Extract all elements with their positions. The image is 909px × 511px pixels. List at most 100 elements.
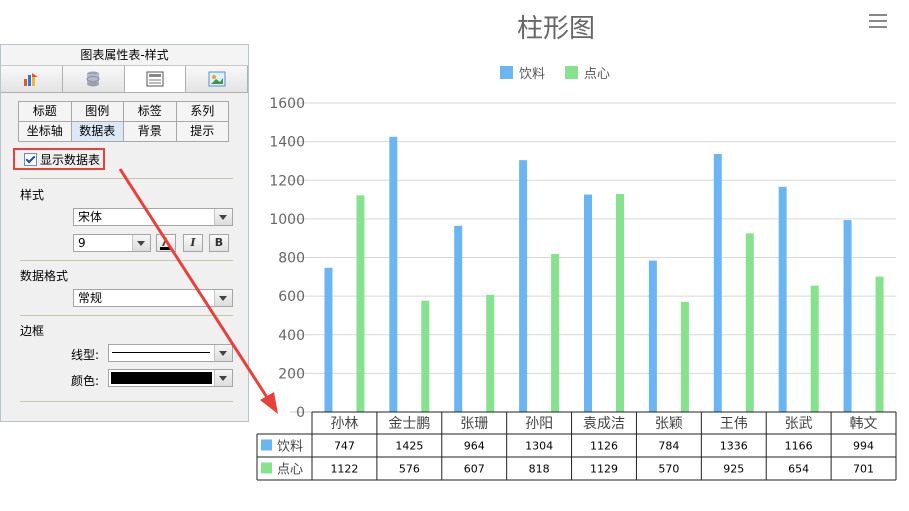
tab-tooltip[interactable]: 提示 [175,121,229,142]
font-size-select[interactable]: 9 [73,234,151,252]
color-label: 颜色: [71,374,100,388]
bar-series-1 [778,186,787,412]
tab-legend[interactable]: 图例 [70,101,124,122]
bar-series-1 [648,260,657,412]
bar-series-1 [389,136,398,412]
style-heading: 样式 [20,188,45,202]
bar-series-2 [616,193,624,412]
show-data-table-label: 显示数据表 [40,152,101,167]
table-series-swatch [261,439,272,451]
line-type-label: 线型: [71,348,100,362]
data-label: 925 [723,463,744,476]
font-color-button[interactable] [156,234,176,252]
font-name-select[interactable]: 宋体 [73,208,233,226]
chevron-down-icon [214,209,232,225]
tab-background[interactable]: 背景 [123,121,177,142]
data-label: 1126 [590,440,618,453]
bar-series-1 [843,220,852,412]
y-tick-label: 200 [278,366,305,382]
y-tick-label: 800 [278,251,305,267]
divider [20,260,233,261]
tab-series[interactable]: 系列 [175,101,229,122]
y-tick-label: 1000 [269,212,305,228]
border-color-select[interactable] [108,369,233,387]
bar-series-2 [745,233,754,412]
bar-series-2 [810,285,819,412]
bar-series-1 [454,225,463,412]
divider [20,401,233,402]
y-tick-label: 0 [296,405,305,421]
data-label: 1166 [785,440,813,453]
x-tick-label: 王伟 [720,416,748,432]
table-series-name: 点心 [277,463,303,478]
divider [20,178,233,179]
chevron-down-icon [132,235,150,251]
icon-tab-bar [1,66,248,93]
x-tick-label: 韩文 [850,416,878,432]
x-tick-label: 金士鹏 [388,416,430,432]
x-tick-label: 孙阳 [525,416,553,432]
data-label: 570 [658,463,679,476]
show-data-table-option: 显示数据表 [13,148,105,170]
font-color-icon [160,237,172,250]
show-data-table-checkbox[interactable] [24,152,37,166]
data-label: 701 [853,463,874,476]
y-tick-label: 1600 [269,96,305,112]
tab-label[interactable]: 标签 [123,101,177,122]
data-format-value: 常规 [78,291,103,305]
bar-series-2 [356,195,365,412]
tab-title[interactable]: 标题 [18,101,72,122]
data-source-icon [86,71,100,87]
tab-chart-type[interactable] [1,66,63,92]
bar-series-2 [680,301,689,412]
bar-series-2 [421,300,430,412]
data-label: 964 [464,440,485,453]
x-tick-label: 张颖 [655,416,683,432]
effect-icon [208,71,226,87]
bar-series-1 [519,160,528,412]
bar-series-2 [875,276,884,412]
tab-effect[interactable] [186,66,248,92]
data-label: 747 [334,440,355,453]
font-size-value: 9 [78,236,86,250]
italic-button[interactable]: I [183,234,203,252]
style-icon [146,71,164,87]
font-name-value: 宋体 [78,210,103,224]
panel-title: 图表属性表-样式 [1,45,248,66]
data-label: 784 [658,440,679,453]
data-label: 1122 [330,463,358,476]
y-tick-label: 600 [278,289,305,305]
sub-tab-grid: 标题 图例 标签 系列 坐标轴 数据表 背景 提示 [18,101,229,142]
data-label: 994 [853,440,874,453]
data-label: 818 [529,463,550,476]
tab-data-source[interactable] [62,66,125,92]
data-label: 1336 [720,440,748,453]
divider [20,315,233,316]
data-format-select[interactable]: 常规 [73,289,233,307]
table-series-swatch [261,462,272,474]
bar-series-1 [324,267,333,412]
chevron-down-icon [214,345,232,361]
x-tick-label: 张珊 [460,416,488,432]
chart-property-panel: 图表属性表-样式 标题 图例 标签 系列 坐标轴 数据表 背景 提示 显示数据表… [0,44,249,422]
tab-data-table[interactable]: 数据表 [70,121,124,142]
bar-series-2 [486,294,495,412]
y-tick-label: 1400 [269,135,305,151]
bar-series-2 [551,254,560,412]
tab-axis[interactable]: 坐标轴 [18,121,72,142]
tab-style[interactable] [124,66,187,92]
color-swatch [111,372,212,384]
data-format-heading: 数据格式 [20,269,69,283]
data-label: 1129 [590,463,618,476]
data-label: 1425 [395,440,423,453]
x-tick-label: 张武 [785,416,813,432]
bar-series-1 [584,194,592,412]
bar-series-1 [713,153,722,413]
data-label: 654 [788,463,809,476]
x-tick-label: 孙林 [330,416,358,432]
line-type-select[interactable] [108,344,233,362]
chevron-down-icon [214,370,232,386]
line-sample [112,352,210,353]
data-label: 576 [399,463,420,476]
bold-button[interactable]: B [209,234,229,252]
